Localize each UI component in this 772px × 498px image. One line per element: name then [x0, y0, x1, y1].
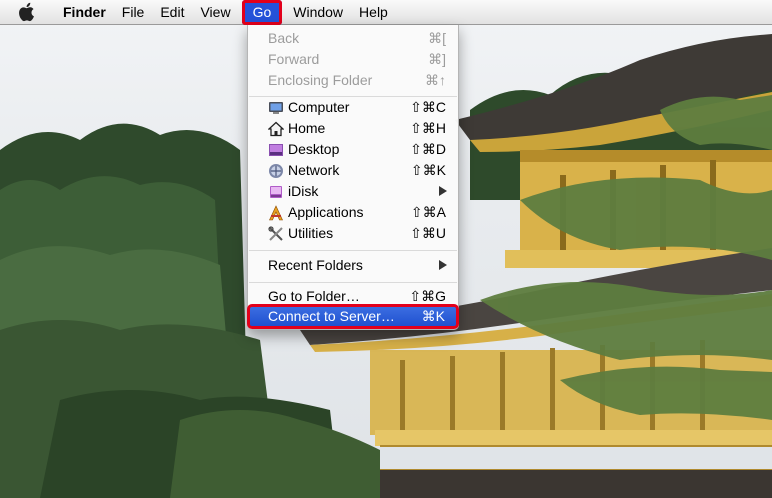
menu-item-shortcut: ⇧⌘D — [410, 141, 446, 157]
menu-item-shortcut: ⇧⌘U — [410, 225, 446, 241]
menu-item-connect-to-server[interactable]: Connect to Server… ⌘K — [247, 304, 459, 329]
menu-finder[interactable]: Finder — [55, 0, 114, 25]
menu-item-shortcut: ⇧⌘H — [410, 120, 446, 136]
menu-item-label: Enclosing Folder — [268, 72, 373, 88]
menu-item-go-to-folder[interactable]: Go to Folder… ⇧⌘G — [248, 286, 458, 307]
menu-item-home[interactable]: Home ⇧⌘H — [248, 118, 458, 139]
network-icon — [269, 164, 283, 178]
menu-item-label: Go to Folder… — [268, 288, 360, 304]
home-icon — [268, 121, 284, 137]
menu-item-shortcut: ⇧⌘A — [410, 204, 446, 220]
menu-item-label: iDisk — [288, 183, 319, 199]
menu-bar: Finder File Edit View Go Window Help — [0, 0, 772, 25]
menu-item-idisk[interactable]: iDisk — [248, 181, 458, 202]
applications-icon — [269, 205, 283, 221]
menu-item-shortcut: ⇧⌘C — [410, 99, 446, 115]
menu-item-label: Applications — [288, 204, 364, 220]
menu-file[interactable]: File — [114, 0, 153, 25]
menu-item-label: Utilities — [288, 225, 334, 241]
menu-item-computer[interactable]: Computer ⇧⌘C — [248, 97, 458, 118]
menu-item-label: Back — [268, 30, 300, 46]
idisk-icon — [270, 186, 282, 198]
menu-item-shortcut: ⌘] — [428, 51, 446, 67]
menu-item-shortcut: ⇧⌘G — [409, 288, 446, 304]
menu-go[interactable]: Go — [241, 0, 283, 25]
menu-item-label: Forward — [268, 51, 320, 67]
menu-item-label: Computer — [288, 99, 350, 115]
computer-icon — [269, 102, 283, 114]
menu-item-shortcut: ⌘↑ — [425, 72, 446, 88]
submenu-arrow-icon — [439, 260, 447, 270]
menu-item-recent-folders[interactable]: Recent Folders — [248, 255, 458, 276]
submenu-arrow-icon — [439, 186, 447, 196]
menu-item-desktop[interactable]: Desktop ⇧⌘D — [248, 139, 458, 160]
menu-item-label: Home — [288, 120, 326, 136]
menu-item-forward[interactable]: Forward ⌘] — [248, 49, 458, 70]
menu-edit[interactable]: Edit — [152, 0, 192, 25]
menu-item-back[interactable]: Back ⌘[ — [248, 28, 458, 49]
menu-item-label: Recent Folders — [268, 257, 363, 273]
menu-separator — [249, 282, 457, 283]
go-menu-dropdown: Back ⌘[ Forward ⌘] Enclosing Folder ⌘↑ C… — [247, 25, 459, 330]
menu-help[interactable]: Help — [351, 0, 396, 25]
menu-item-network[interactable]: Network ⇧⌘K — [248, 160, 458, 181]
menu-item-applications[interactable]: Applications ⇧⌘A — [248, 202, 458, 223]
menu-item-shortcut: ⌘[ — [428, 30, 446, 46]
menu-item-label: Connect to Server… — [268, 308, 395, 324]
menu-item-shortcut: ⇧⌘K — [410, 162, 446, 178]
menu-item-label: Network — [288, 162, 340, 178]
menu-item-utilities[interactable]: Utilities ⇧⌘U — [248, 223, 458, 244]
utilities-icon — [268, 226, 283, 241]
desktop-icon — [269, 144, 283, 156]
menu-window[interactable]: Window — [285, 0, 351, 25]
menu-view[interactable]: View — [192, 0, 238, 25]
menu-item-shortcut: ⌘K — [421, 308, 445, 324]
menu-item-enclosing-folder[interactable]: Enclosing Folder ⌘↑ — [248, 70, 458, 91]
menu-separator — [249, 250, 457, 251]
menu-item-label: Desktop — [288, 141, 340, 157]
apple-menu-icon[interactable] — [16, 2, 37, 23]
